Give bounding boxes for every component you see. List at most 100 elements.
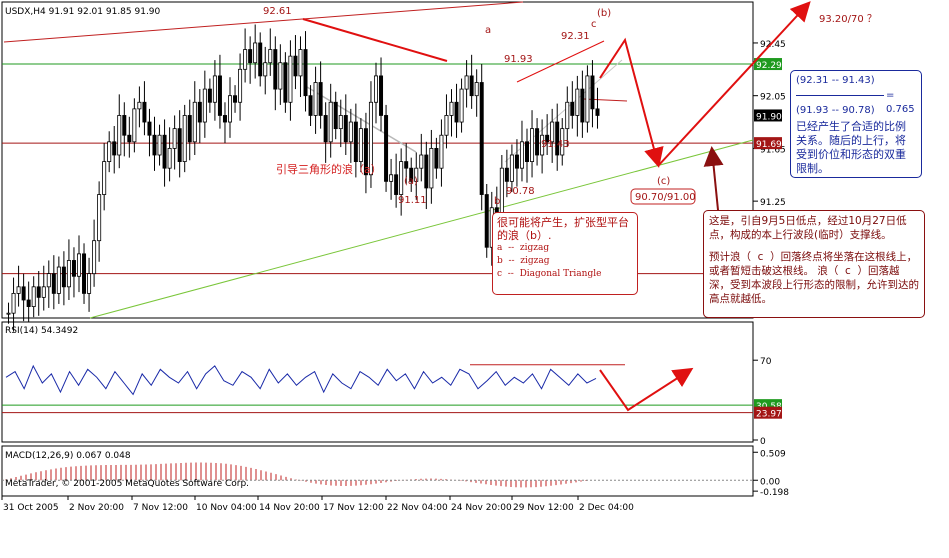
macd-header: MACD(12,26,9) 0.067 0.048 [5,451,131,461]
candle-body-26 [137,101,142,110]
time-axis: 31 Oct 2005 2 Nov 20:00 7 Nov 12:00 10 Nov … [1,496,634,513]
ratio-denominator: (91.93 -- 90.78) [796,105,875,116]
candle-body-48 [248,49,253,64]
rsi-tag-text-2: 23.97 [756,410,782,420]
candle-body-56 [288,55,293,103]
rsi-tick-label-3: 0 [760,437,766,447]
support-note-paragraph-1: 这是，引自9月5日低点，经过10月27日低点，构成的本上行波段(临时）支撑线。 [709,215,907,241]
time-tick-label-4: 14 Nov 20:00 [259,503,320,513]
candle-body-86 [439,134,444,169]
copyright-text: MetaTrader, © 2001-2005 MetaQuotes Softw… [5,479,249,489]
support-note-paragraph-2: 预计浪（ c ）回落终点将坐落在这根线上，或者暂短击破这根线。 浪（ c ）回落… [709,251,919,305]
price-tag-text-1: 91.90 [756,112,782,122]
candle-body-50 [258,42,263,77]
candle-body-57 [293,55,298,77]
time-tick-label-0: 31 Oct 2005 [3,503,59,513]
candle-body-8 [46,273,51,288]
time-tick-label-1: 2 Nov 20:00 [69,503,124,513]
candle-body-84 [429,148,434,189]
candle-body-65 [333,101,338,130]
candle-body-39 [202,88,207,123]
candle-body-27 [142,101,147,123]
candle-body-112 [570,101,575,116]
macd-tick-label-1: 0.00 [760,477,780,487]
candle-body-91 [464,75,469,90]
candle-body-3 [21,286,26,301]
candle-body-76 [389,174,394,182]
candle-body-46 [238,68,243,103]
candle-body-77 [394,174,399,195]
expanded-flat-note: 很可能将产生，扩张型平台的浪（b）. a -- zigzag b -- zigz… [492,212,638,295]
ratio-numerator: (92.31 -- 91.43) [796,75,875,86]
candle-body-62 [318,82,323,116]
candle-body-10 [56,266,61,294]
candle-body-117 [595,108,600,116]
candle-body-35 [182,115,187,162]
label-91-93: 91.93 [504,54,533,65]
candle-body-51 [263,62,268,77]
candle-body-99 [504,167,509,182]
candle-body-102 [519,141,524,169]
label-wave-b-paren: (b) [597,8,611,19]
label-91-43: 91.43 [541,139,570,150]
label-wave-a-paren: (a) [404,176,418,187]
candle-body-38 [197,101,202,123]
candle-body-100 [509,154,514,182]
candle-body-66 [338,115,343,130]
candle-body-95 [484,194,489,248]
candle-body-92 [469,75,474,97]
candle-body-13 [71,260,76,277]
candle-body-6 [36,286,41,298]
time-tick-label-7: 24 Nov 20:00 [451,503,512,513]
candle-body-64 [328,101,333,143]
time-tick-label-8: 29 Nov 12:00 [513,503,574,513]
candle-body-61 [313,82,318,116]
candle-body-54 [278,62,283,90]
candle-body-101 [514,154,519,169]
candle-body-28 [147,121,152,136]
candle-body-40 [207,88,212,103]
macd-tick-label-2: -0.198 [760,488,789,498]
candle-body-63 [323,115,328,143]
candle-body-17 [92,240,97,275]
rsi-header: RSI(14) 54.3492 [5,326,78,336]
candle-body-23 [122,115,127,136]
ratio-note: (92.31 -- 91.43) = 0.765 (91.93 -- 90.78… [790,70,922,178]
label-wave-a: a [485,25,491,36]
label-wave-c-small: c [591,19,597,30]
candle-body-34 [177,128,182,162]
flat-title: 很可能将产生，扩张型平台的浪（b）. [497,216,629,242]
candle-body-42 [217,75,222,116]
candle-body-31 [162,134,167,169]
candle-body-93 [474,82,479,97]
rsi-panel [1,321,754,443]
label-91-11: 91.11 [398,195,427,206]
candle-body-0 [6,312,11,315]
candle-body-69 [353,121,358,162]
time-tick-label-2: 7 Nov 12:00 [133,503,188,513]
candle-body-68 [348,121,353,143]
candle-body-36 [187,115,192,143]
candle-body-74 [379,75,384,116]
candle-body-85 [434,148,439,169]
candle-body-5 [31,286,36,307]
candle-body-60 [308,95,313,116]
candle-body-4 [26,299,31,307]
price-tag-text-2: 91.69 [756,140,782,150]
label-upside-target: 93.20/70 ？ [819,14,877,25]
candle-body-83 [424,154,429,189]
flat-item-b: b -- zigzag [497,256,550,266]
candle-body-116 [590,75,595,110]
candle-body-58 [298,49,303,77]
label-92-31: 92.31 [561,31,590,42]
candle-body-114 [580,88,585,123]
candle-body-103 [525,141,530,162]
candle-body-73 [373,75,378,103]
candle-body-113 [575,88,580,116]
candle-body-7 [41,286,46,298]
candle-body-52 [268,49,273,64]
label-target-range: 90.70/91.00 [635,192,696,203]
candle-body-104 [530,128,535,162]
price-tick-label-1: 92.05 [760,93,786,103]
candle-body-14 [76,253,81,277]
